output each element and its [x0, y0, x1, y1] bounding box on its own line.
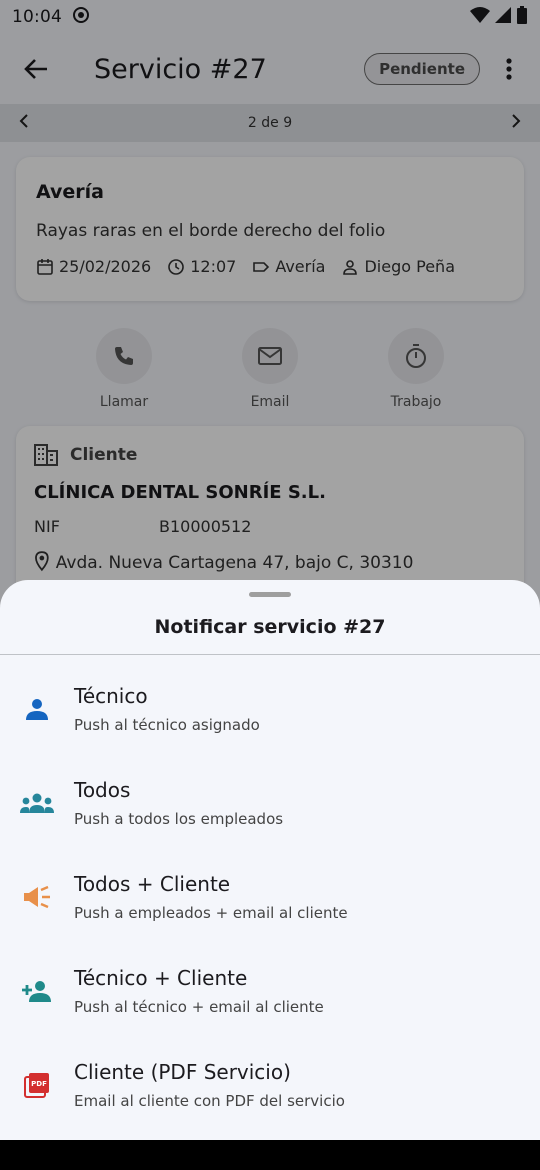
option-cliente-pdf[interactable]: PDF Cliente (PDF Servicio) Email al clie…	[0, 1038, 540, 1132]
notify-bottom-sheet: Notificar servicio #27 Técnico Push al t…	[0, 580, 540, 1140]
svg-text:PDF: PDF	[31, 1080, 47, 1088]
option-title: Todos + Cliente	[74, 872, 231, 896]
system-navigation-bar	[0, 1140, 540, 1170]
option-title: Cliente (PDF Servicio)	[74, 1060, 291, 1084]
option-subtitle: Push a todos los empleados	[74, 810, 284, 828]
option-subtitle: Push a empleados + email al cliente	[74, 904, 348, 922]
option-subtitle: Push al técnico + email al cliente	[74, 998, 324, 1016]
option-tecnico-cliente[interactable]: Técnico + Cliente Push al técnico + emai…	[0, 944, 540, 1038]
option-todos-cliente[interactable]: Todos + Cliente Push a empleados + email…	[0, 850, 540, 944]
drag-handle[interactable]	[249, 592, 291, 597]
option-title: Técnico + Cliente	[74, 966, 248, 990]
person-icon	[26, 699, 48, 720]
screen: 10:04 Servicio #27 Pendiente 2 de 9 Aver…	[0, 0, 540, 1170]
campaign-icon	[24, 885, 50, 909]
option-tecnico[interactable]: Técnico Push al técnico asignado	[0, 662, 540, 756]
sheet-title: Notificar servicio #27	[154, 616, 386, 638]
option-title: Técnico	[74, 684, 148, 708]
option-subtitle: Push al técnico asignado	[74, 716, 260, 734]
option-title: Todos	[74, 778, 131, 802]
groups-icon	[20, 793, 54, 813]
sheet-divider	[0, 654, 540, 655]
pdf-icon: PDF	[24, 1073, 49, 1098]
option-todos[interactable]: Todos Push a todos los empleados	[0, 756, 540, 850]
option-subtitle: Email al cliente con PDF del servicio	[74, 1092, 345, 1110]
person-add-icon	[22, 981, 51, 1002]
